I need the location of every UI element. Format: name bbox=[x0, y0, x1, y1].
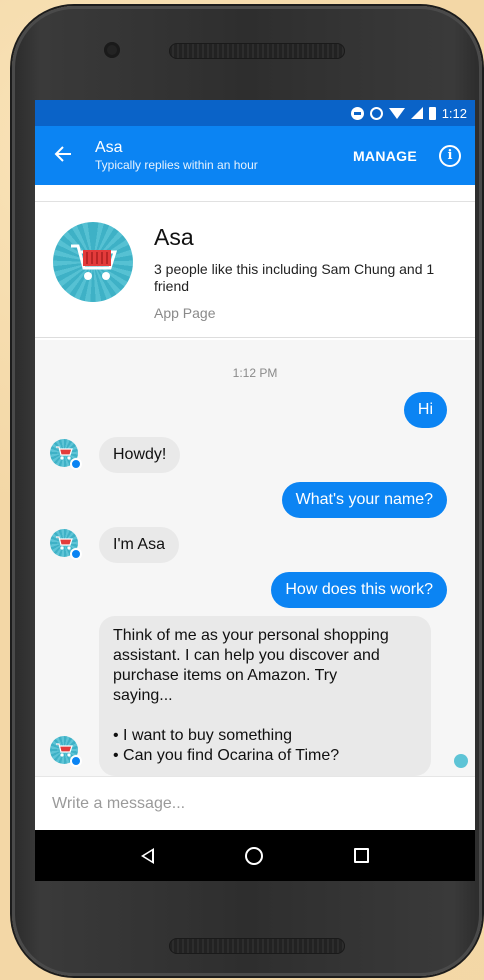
thread-timestamp: 1:12 PM bbox=[232, 366, 278, 380]
screen: 1:12 Asa Typically replies within an hou… bbox=[35, 100, 475, 881]
page-name: Asa bbox=[154, 224, 194, 250]
page-profile-card[interactable]: Asa 3 people like this including Sam Chu… bbox=[35, 202, 475, 338]
message-input[interactable]: Write a message... bbox=[35, 776, 475, 830]
page-type: App Page bbox=[154, 305, 216, 321]
message-line: saying... bbox=[113, 687, 173, 704]
page-likes: 3 people like this including Sam Chung a… bbox=[154, 261, 435, 294]
seen-receipt-icon bbox=[454, 754, 468, 768]
cart-avatar-icon bbox=[53, 222, 133, 302]
message-outgoing[interactable]: How does this work? bbox=[271, 572, 447, 608]
back-arrow-icon[interactable] bbox=[35, 143, 81, 169]
message-line: • I want to buy something bbox=[113, 727, 293, 744]
manage-button[interactable]: MANAGE bbox=[353, 148, 417, 164]
message-outgoing[interactable]: Hi bbox=[403, 392, 447, 428]
messenger-badge-icon bbox=[70, 548, 82, 560]
message-incoming-long[interactable]: Think of me as your personal shopping as… bbox=[99, 616, 431, 776]
bot-avatar bbox=[50, 736, 82, 767]
message-line: assistant. I can help you discover and bbox=[113, 647, 380, 664]
message-incoming[interactable]: Howdy! bbox=[99, 437, 181, 473]
signal-icon bbox=[410, 107, 423, 119]
message-outgoing[interactable]: What's your name? bbox=[281, 482, 447, 518]
system-navbar bbox=[35, 830, 475, 881]
conversation-title[interactable]: Asa Typically replies within an hour bbox=[81, 139, 353, 173]
top-speaker bbox=[169, 43, 345, 59]
alarm-icon bbox=[369, 106, 383, 120]
front-camera bbox=[104, 42, 120, 58]
bot-avatar bbox=[50, 529, 82, 560]
messenger-badge-icon bbox=[70, 755, 82, 767]
messenger-badge-icon bbox=[70, 458, 82, 470]
response-time: Typically replies within an hour bbox=[95, 157, 258, 172]
contact-name: Asa bbox=[95, 138, 123, 156]
status-time: 1:12 bbox=[441, 105, 467, 121]
message-thread[interactable]: 1:12 PM Hi Howdy! What's your name? I'm … bbox=[35, 340, 475, 776]
nav-back-icon[interactable] bbox=[140, 847, 154, 864]
do-not-disturb-icon bbox=[350, 106, 364, 120]
info-icon[interactable]: i bbox=[439, 144, 461, 167]
message-line: Think of me as your personal shopping bbox=[113, 627, 389, 644]
message-line: purchase items on Amazon. Try bbox=[113, 667, 338, 684]
nav-home-icon[interactable] bbox=[244, 846, 263, 865]
status-bar: 1:12 bbox=[35, 100, 475, 126]
message-incoming[interactable]: I'm Asa bbox=[99, 527, 179, 563]
app-bar: Asa Typically replies within an hour MAN… bbox=[35, 126, 475, 185]
nav-recents-icon[interactable] bbox=[354, 848, 370, 863]
bottom-speaker bbox=[169, 938, 345, 954]
wifi-icon bbox=[388, 107, 405, 119]
message-line bbox=[113, 706, 417, 726]
header-spacer bbox=[35, 185, 475, 202]
battery-icon bbox=[428, 106, 436, 120]
message-line: • Can you find Ocarina of Time? bbox=[113, 747, 340, 764]
bot-avatar bbox=[50, 439, 82, 470]
